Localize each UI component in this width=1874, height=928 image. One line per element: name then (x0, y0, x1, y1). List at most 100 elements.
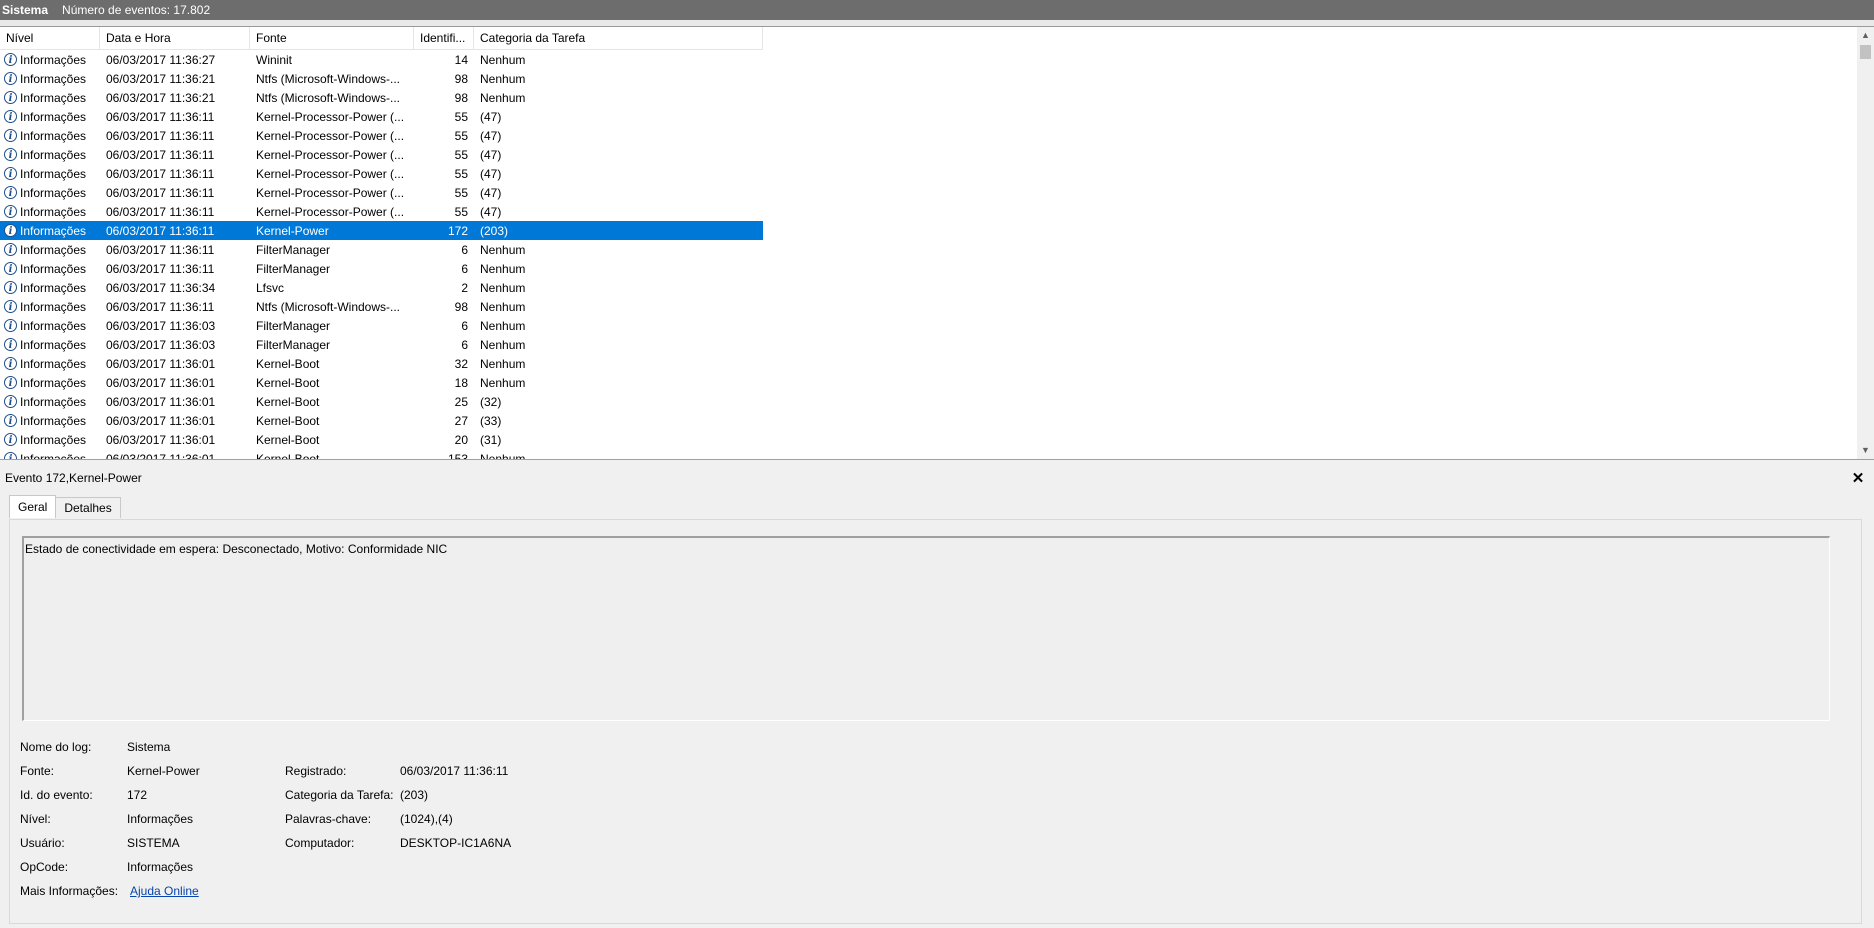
task-category-cell: Nenhum (480, 318, 526, 333)
source-cell: Ntfs (Microsoft-Windows-... (256, 90, 401, 105)
detail-title: Evento 172,Kernel-Power (5, 471, 142, 485)
user-value: SISTEMA (127, 836, 180, 850)
info-icon: i (4, 376, 17, 389)
close-icon[interactable]: ✕ (1848, 469, 1868, 487)
table-row[interactable]: i Informações 06/03/2017 11:36:11 FilterMan… (0, 259, 763, 278)
info-icon: i (4, 205, 17, 218)
scrollbar-thumb[interactable] (1860, 45, 1871, 59)
table-row[interactable]: i Informações 06/03/2017 11:36:01 Kernel-Bo… (0, 449, 763, 460)
more-info-label: Mais Informações: (20, 884, 119, 898)
table-row[interactable]: i Informações 06/03/2017 11:36:34 Lfsvc 2 Nen… (0, 278, 763, 297)
info-icon: i (4, 129, 17, 142)
table-row[interactable]: i Informações 06/03/2017 11:36:03 FilterMan… (0, 335, 763, 354)
event-id-cell: 98 (454, 90, 468, 105)
source-cell: Kernel-Processor-Power (... (256, 147, 405, 162)
table-row[interactable]: i Informações 06/03/2017 11:36:01 Kernel-Bo… (0, 411, 763, 430)
table-row[interactable]: i Informações 06/03/2017 11:36:11 FilterMan… (0, 240, 763, 259)
column-task-category[interactable]: Categoria da Tarefa (474, 27, 763, 49)
source-cell: Kernel-Boot (256, 375, 320, 390)
logged-label: Registrado: (285, 764, 347, 778)
level-text: Informações (20, 242, 87, 257)
level-cell: i Informações (0, 451, 100, 460)
level-text: Informações (20, 356, 87, 371)
detail-tabs: Geral Detalhes (9, 495, 121, 519)
task-category-cell: Nenhum (480, 299, 526, 314)
task-category-cell: (47) (480, 185, 502, 200)
level-text: Informações (20, 109, 87, 124)
tab-details[interactable]: Detalhes (55, 497, 121, 518)
source-cell: Kernel-Processor-Power (... (256, 166, 405, 181)
event-count: Número de eventos: 17.802 (62, 3, 211, 17)
datetime-cell: 06/03/2017 11:36:01 (106, 432, 216, 447)
table-row[interactable]: i Informações 06/03/2017 11:36:01 Kernel-Bo… (0, 373, 763, 392)
datetime-cell: 06/03/2017 11:36:11 (106, 242, 215, 257)
scroll-up-icon[interactable]: ▲ (1857, 27, 1874, 44)
table-row[interactable]: i Informações 06/03/2017 11:36:11 Kernel-Pr… (0, 145, 763, 164)
level-label: Nível: (20, 812, 51, 826)
level-text: Informações (20, 223, 87, 238)
header-separator (0, 20, 1874, 27)
column-header: Nível Data e Hora Fonte Identifi... Cate… (0, 27, 763, 50)
online-help-link[interactable]: Ajuda Online (130, 884, 199, 898)
level-cell: i Informações (0, 300, 100, 314)
source-cell: Kernel-Boot (256, 451, 320, 460)
scroll-down-icon[interactable]: ▼ (1857, 442, 1874, 459)
level-cell: i Informações (0, 262, 100, 276)
event-description[interactable]: Estado de conectividade em espera: Desco… (22, 536, 1830, 721)
level-text: Informações (20, 413, 87, 428)
datetime-cell: 06/03/2017 11:36:01 (106, 356, 216, 371)
table-row[interactable]: i Informações 06/03/2017 11:36:21 Ntfs (Mic… (0, 88, 763, 107)
source-cell: FilterManager (256, 318, 331, 333)
datetime-cell: 06/03/2017 11:36:11 (106, 109, 215, 124)
info-icon: i (4, 53, 17, 66)
event-id-cell: 98 (454, 71, 468, 86)
vertical-scrollbar[interactable]: ▲ ▼ (1857, 27, 1874, 459)
info-icon: i (4, 72, 17, 85)
task-category-cell: Nenhum (480, 280, 526, 295)
datetime-cell: 06/03/2017 11:36:11 (106, 185, 215, 200)
event-id-cell: 6 (461, 337, 468, 352)
column-source[interactable]: Fonte (250, 27, 414, 49)
datetime-cell: 06/03/2017 11:36:21 (106, 71, 216, 86)
table-row[interactable]: i Informações 06/03/2017 11:36:11 Kernel-Po… (0, 221, 763, 240)
table-row[interactable]: i Informações 06/03/2017 11:36:01 Kernel-Bo… (0, 354, 763, 373)
table-row[interactable]: i Informações 06/03/2017 11:36:11 Kernel-Pr… (0, 107, 763, 126)
table-row[interactable]: i Informações 06/03/2017 11:36:21 Ntfs (Mic… (0, 69, 763, 88)
table-row[interactable]: i Informações 06/03/2017 11:36:03 FilterMan… (0, 316, 763, 335)
user-label: Usuário: (20, 836, 65, 850)
detail-title-bar: Evento 172,Kernel-Power ✕ (0, 469, 1874, 487)
event-id-cell: 98 (454, 299, 468, 314)
table-row[interactable]: i Informações 06/03/2017 11:36:11 Kernel-Pr… (0, 183, 763, 202)
table-row[interactable]: i Informações 06/03/2017 11:36:27 Wininit 14… (0, 50, 763, 69)
table-row[interactable]: i Informações 06/03/2017 11:36:01 Kernel-Bo… (0, 430, 763, 449)
info-icon: i (4, 167, 17, 180)
datetime-cell: 06/03/2017 11:36:11 (106, 204, 215, 219)
table-row[interactable]: i Informações 06/03/2017 11:36:01 Kernel-Bo… (0, 392, 763, 411)
event-id-cell: 6 (461, 242, 468, 257)
tab-general[interactable]: Geral (9, 495, 57, 518)
table-row[interactable]: i Informações 06/03/2017 11:36:11 Ntfs (Mic… (0, 297, 763, 316)
task-category-cell: Nenhum (480, 375, 526, 390)
info-icon: i (4, 319, 17, 332)
info-icon: i (4, 243, 17, 256)
event-rows: i Informações 06/03/2017 11:36:27 Wininit 14… (0, 50, 763, 460)
task-category-cell: Nenhum (480, 451, 526, 460)
source-cell: Kernel-Boot (256, 356, 320, 371)
datetime-cell: 06/03/2017 11:36:01 (106, 394, 216, 409)
column-datetime[interactable]: Data e Hora (100, 27, 250, 49)
logged-value: 06/03/2017 11:36:11 (400, 764, 509, 778)
column-event-id[interactable]: Identifi... (414, 27, 474, 49)
table-row[interactable]: i Informações 06/03/2017 11:36:11 Kernel-Pr… (0, 164, 763, 183)
info-icon: i (4, 91, 17, 104)
level-cell: i Informações (0, 186, 100, 200)
info-icon: i (4, 433, 17, 446)
event-list[interactable]: Nível Data e Hora Fonte Identifi... Cate… (0, 27, 1874, 460)
column-level[interactable]: Nível (0, 27, 100, 49)
table-row[interactable]: i Informações 06/03/2017 11:36:11 Kernel-Pr… (0, 202, 763, 221)
table-row[interactable]: i Informações 06/03/2017 11:36:11 Kernel-Pr… (0, 126, 763, 145)
event-id-cell: 55 (454, 204, 468, 219)
event-id-cell: 55 (454, 109, 468, 124)
task-category-cell: Nenhum (480, 261, 526, 276)
level-text: Informações (20, 451, 87, 460)
event-id-cell: 153 (447, 451, 468, 460)
